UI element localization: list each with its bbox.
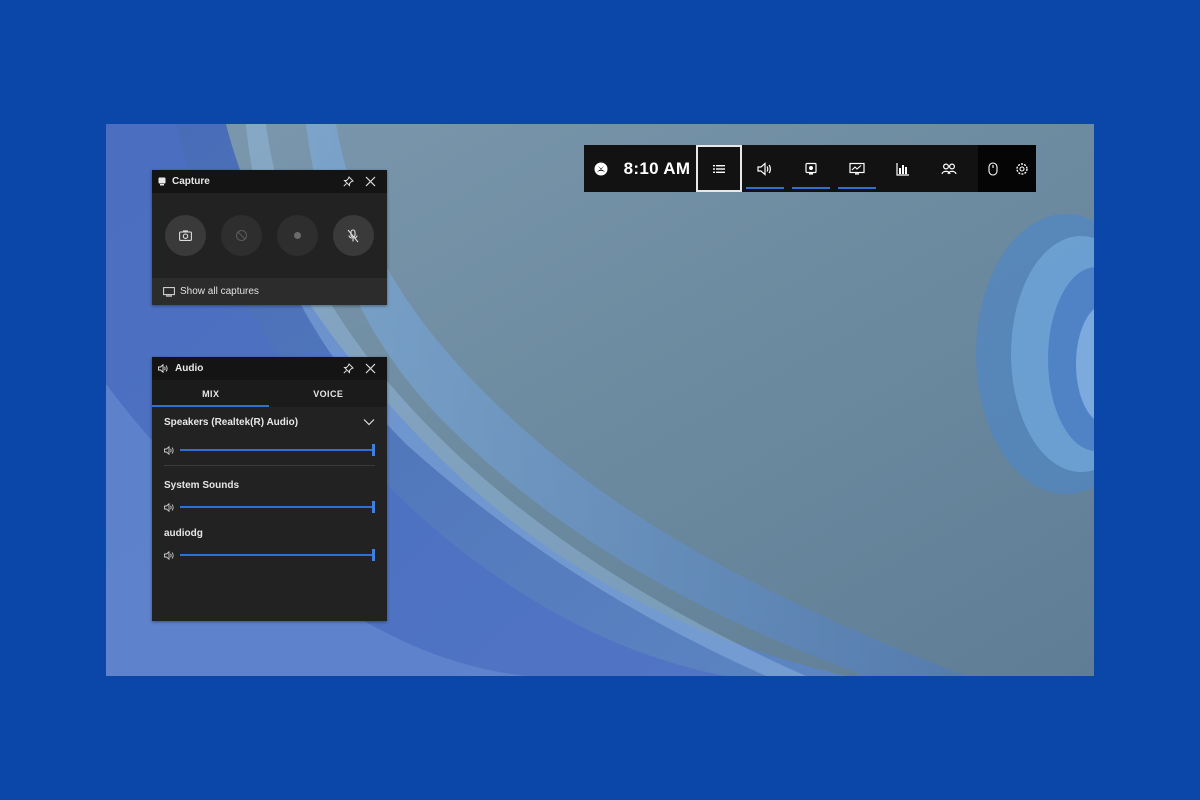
game-bar: 8:10 AM [584,145,1036,192]
audiodg-volume-row [164,542,375,568]
resources-widget-button[interactable] [880,145,926,192]
audio-icon [757,161,771,176]
resources-icon [896,162,909,176]
record-dot-icon [293,232,301,239]
close-button[interactable] [359,171,381,193]
record-last-30s-button[interactable] [221,215,263,256]
pin-button[interactable] [337,358,359,380]
close-icon [365,176,375,187]
widget-menu-button[interactable] [696,145,742,192]
slider-track [180,449,375,451]
capture-icon [805,162,817,175]
system-sounds-volume-slider[interactable] [180,500,375,514]
mouse-icon [987,161,998,176]
device-volume-slider[interactable] [180,443,375,457]
xbox-icon [594,162,608,175]
slider-thumb[interactable] [372,444,375,456]
capture-title-icon [158,177,166,186]
system-sounds-volume-row [164,494,375,520]
widget-active-indicator [792,187,830,189]
mouse-button[interactable] [978,145,1007,192]
audio-title-icon [158,364,169,373]
tab-voice[interactable]: VOICE [270,380,388,407]
slider-thumb[interactable] [372,549,375,561]
start-recording-button[interactable] [276,215,318,256]
close-icon [365,363,375,374]
mic-off-icon [347,228,359,242]
widget-active-indicator [746,187,784,189]
record-last-icon [236,229,248,242]
performance-icon [849,162,865,175]
screenshot-button[interactable] [165,215,207,256]
show-all-captures-link[interactable]: Show all captures [152,278,387,305]
widget-menu-icon [713,164,725,173]
speaker-icon[interactable] [164,445,180,455]
chevron-down-icon [363,419,375,426]
slider-track [180,506,375,508]
widget-active-indicator [838,187,876,189]
pin-button[interactable] [337,171,359,193]
section-divider [164,465,375,466]
desktop-screenshot: 8:10 AM Capture Show all captures Audio … [106,124,1094,676]
capture-widget: Capture Show all captures [152,170,387,305]
show-all-captures-label: Show all captures [180,286,259,297]
xbox-button[interactable] [584,145,618,192]
settings-button[interactable] [1007,145,1036,192]
slider-track [180,554,375,556]
audio-title: Audio [175,363,204,374]
output-device-dropdown[interactable]: Speakers (Realtek(R) Audio) [164,407,375,437]
gallery-icon [163,286,175,297]
close-button[interactable] [359,358,381,380]
active-tab-indicator [152,405,269,407]
audio-tabs: MIX VOICE [152,380,387,407]
audiodg-volume-slider[interactable] [180,548,375,562]
capture-title: Capture [172,176,210,187]
pin-icon [342,176,354,187]
audio-mix-content: Speakers (Realtek(R) Audio) System Sound… [152,407,387,568]
capture-widget-button[interactable] [788,145,834,192]
device-volume-row [164,437,375,463]
audio-widget-button[interactable] [742,145,788,192]
pin-icon [342,363,354,374]
social-widget-button[interactable] [926,145,972,192]
slider-thumb[interactable] [372,501,375,513]
game-bar-right-controls [978,145,1036,192]
output-device-name: Speakers (Realtek(R) Audio) [164,416,299,428]
camera-icon [179,230,193,241]
xbox-social-icon [941,162,957,174]
clock-time: 8:10 AM [623,158,691,178]
capture-buttons [152,193,387,278]
settings-icon [1015,162,1028,175]
capture-header: Capture [152,170,387,193]
app-name-system-sounds: System Sounds [164,480,240,491]
performance-widget-button[interactable] [834,145,880,192]
app-name-audiodg: audiodg [164,528,203,539]
speaker-icon[interactable] [164,550,180,560]
audio-widget: Audio MIX VOICE Speakers (Realtek(R) Aud… [152,357,387,621]
tab-mix[interactable]: MIX [152,380,270,407]
speaker-icon[interactable] [164,502,180,512]
mic-toggle-button[interactable] [332,215,374,256]
audio-header: Audio [152,357,387,380]
